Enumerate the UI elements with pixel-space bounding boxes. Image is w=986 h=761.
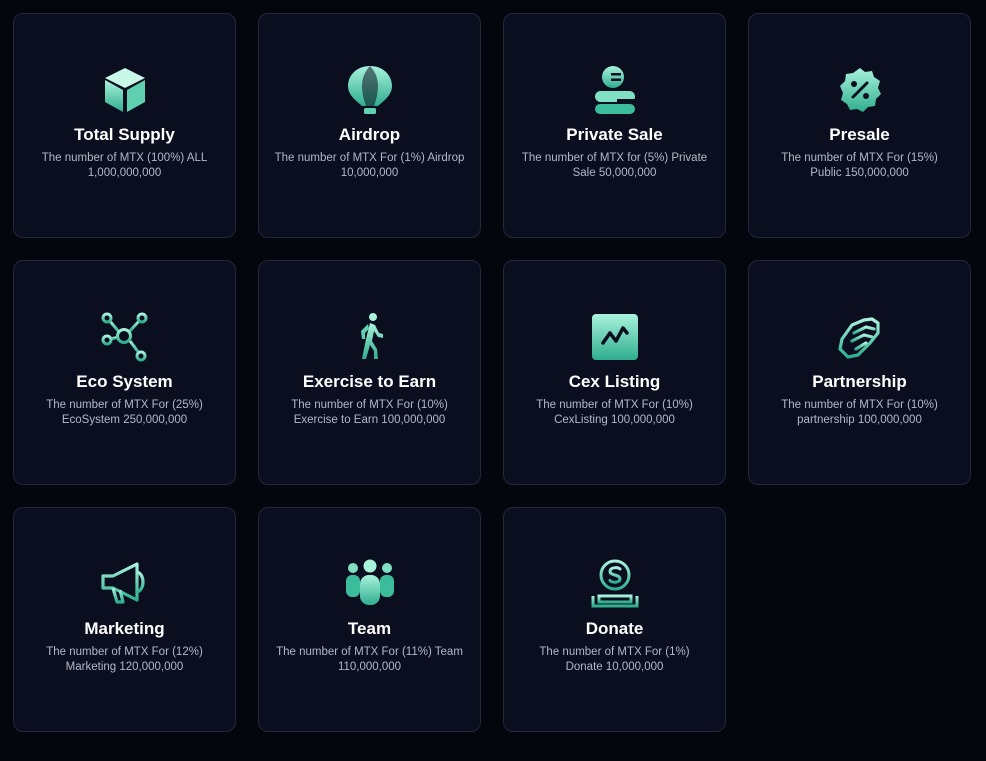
card-description: The number of MTX For (15%) Public 150,0… [781, 152, 938, 179]
card-title: Cex Listing [568, 372, 661, 391]
percent-badge-icon [834, 64, 886, 116]
card-title: Private Sale [566, 125, 663, 144]
coin-hand-icon [589, 64, 641, 116]
card-description: The number of MTX For (25%) EcoSystem 25… [46, 399, 203, 426]
card-airdrop: Airdrop The number of MTX For (1%) Airdr… [258, 13, 481, 238]
card-partnership: Partnership The number of MTX For (10%) … [748, 260, 971, 485]
card-title: Partnership [812, 372, 907, 391]
card-description: The number of MTX For (12%) Marketing 12… [46, 646, 203, 673]
card-title: Airdrop [338, 125, 401, 144]
network-nodes-icon [99, 311, 151, 363]
card-title: Marketing [84, 619, 165, 638]
card-title: Presale [829, 125, 890, 144]
card-description: The number of MTX For (10%) Exercise to … [291, 399, 448, 426]
cube-icon [99, 64, 151, 116]
card-description: The number of MTX For (10%) CexListing 1… [536, 399, 693, 426]
team-people-icon [344, 558, 396, 610]
card-private-sale: Private Sale The number of MTX for (5%) … [503, 13, 726, 238]
card-marketing: Marketing The number of MTX For (12%) Ma… [13, 507, 236, 732]
card-description: The number of MTX for (5%) Private Sale … [521, 152, 708, 179]
walking-person-icon [344, 311, 396, 363]
card-description: The number of MTX For (1%) Airdrop 10,00… [274, 152, 465, 179]
card-description: The number of MTX (100%) ALL 1,000,000,0… [41, 152, 208, 179]
card-exercise-to-earn: Exercise to Earn The number of MTX For (… [258, 260, 481, 485]
card-presale: Presale The number of MTX For (15%) Publ… [748, 13, 971, 238]
card-title: Total Supply [74, 125, 175, 144]
card-team: Team The number of MTX For (11%) Team 11… [258, 507, 481, 732]
card-title: Team [347, 619, 392, 638]
card-eco-system: Eco System The number of MTX For (25%) E… [13, 260, 236, 485]
handshake-icon [834, 311, 886, 363]
megaphone-icon [99, 558, 151, 610]
tokenomics-grid: Total Supply The number of MTX (100%) AL… [13, 13, 971, 732]
dollar-donate-icon [589, 558, 641, 610]
card-donate: Donate The number of MTX For (1%) Donate… [503, 507, 726, 732]
card-description: The number of MTX For (1%) Donate 10,000… [539, 646, 690, 673]
card-title: Donate [585, 619, 644, 638]
card-cex-listing: Cex Listing The number of MTX For (10%) … [503, 260, 726, 485]
card-title: Eco System [76, 372, 173, 391]
card-description: The number of MTX For (11%) Team 110,000… [276, 646, 463, 673]
card-description: The number of MTX For (10%) partnership … [781, 399, 938, 426]
trend-chart-icon [589, 311, 641, 363]
hot-air-balloon-icon [344, 64, 396, 116]
card-total-supply: Total Supply The number of MTX (100%) AL… [13, 13, 236, 238]
card-title: Exercise to Earn [302, 372, 437, 391]
